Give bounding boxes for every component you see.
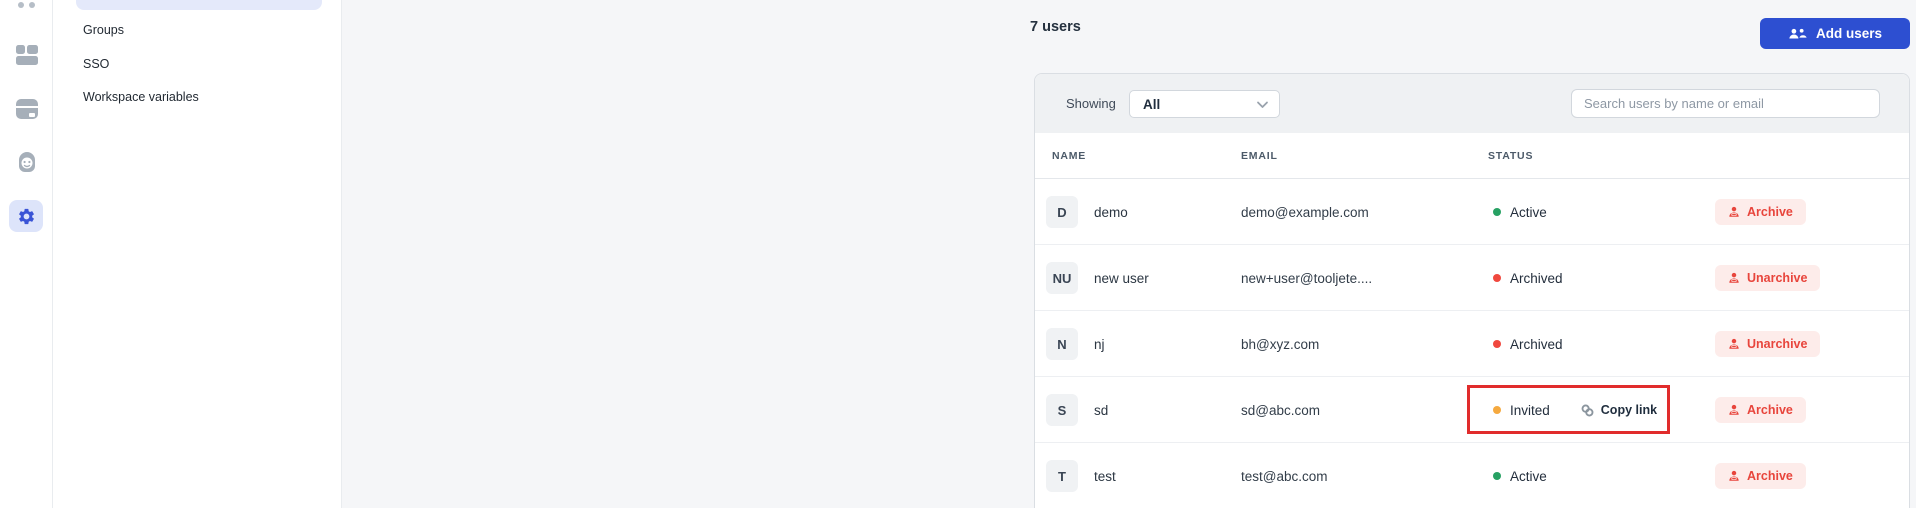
sidebar-item-workspace-variables[interactable]: Workspace variables: [76, 81, 322, 113]
status-dot: [1493, 274, 1501, 282]
archive-action-button[interactable]: Archive: [1715, 199, 1806, 225]
table-row: N nj bh@xyz.com Archived Unarchive: [1035, 311, 1909, 377]
users-table-body: D demo demo@example.com Active Archive N…: [1035, 179, 1909, 508]
user-name: nj: [1094, 311, 1105, 377]
archive-action-button[interactable]: Unarchive: [1715, 331, 1820, 357]
copy-link-label: Copy link: [1601, 403, 1657, 417]
user-email: bh@xyz.com: [1241, 311, 1319, 377]
workspace-settings-page: Groups SSO Workspace variables 7 users A…: [0, 0, 1916, 508]
archive-action-button[interactable]: Unarchive: [1715, 265, 1820, 291]
status-filter-dropdown[interactable]: All: [1129, 90, 1280, 118]
table-header: NAME EMAIL STATUS: [1035, 133, 1909, 179]
column-header-status: STATUS: [1488, 133, 1533, 179]
user-status: Archived: [1493, 245, 1563, 311]
chevron-down-icon: [1256, 100, 1269, 109]
user-email: new+user@tooljete....: [1241, 245, 1372, 311]
layout-icon[interactable]: [0, 44, 53, 66]
sidebar-item-sso[interactable]: SSO: [76, 48, 322, 80]
status-dot: [1493, 472, 1501, 480]
status-label: Active: [1510, 469, 1547, 484]
settings-gear-icon[interactable]: [9, 200, 43, 232]
filter-bar: Showing All: [1035, 74, 1909, 133]
avatar: S: [1046, 394, 1078, 426]
users-page-content: 7 users Add users Showing All: [342, 0, 1916, 508]
table-row: NU new user new+user@tooljete.... Archiv…: [1035, 245, 1909, 311]
user-name: test: [1094, 443, 1116, 508]
search-users-input[interactable]: [1571, 89, 1880, 118]
profile-icon[interactable]: [0, 150, 53, 174]
table-row: D demo demo@example.com Active Archive: [1035, 179, 1909, 245]
copy-link-button[interactable]: Copy link: [1581, 403, 1657, 417]
status-label: Archived: [1510, 337, 1563, 352]
user-name: sd: [1094, 377, 1108, 443]
link-icon: [1581, 404, 1594, 417]
archive-user-icon: [1728, 272, 1740, 284]
user-status: Active: [1493, 179, 1547, 245]
archive-user-icon: [1728, 470, 1740, 482]
add-users-label: Add users: [1816, 26, 1882, 41]
archive-action-button[interactable]: Archive: [1715, 463, 1806, 489]
table-row: S sd sd@abc.com Invited Copy link: [1035, 377, 1909, 443]
archive-action-button[interactable]: Archive: [1715, 397, 1806, 423]
users-card: Showing All NAME EMAIL STATUS D demo dem…: [1034, 73, 1910, 508]
column-header-name: NAME: [1052, 133, 1086, 179]
users-group-icon: [1788, 27, 1808, 41]
avatar: T: [1046, 460, 1078, 492]
user-email: test@abc.com: [1241, 443, 1327, 508]
archive-user-icon: [1728, 404, 1740, 416]
table-row: T test test@abc.com Active Archive: [1035, 443, 1909, 508]
status-filter-value: All: [1143, 97, 1256, 112]
user-name: new user: [1094, 245, 1149, 311]
status-dot: [1493, 340, 1501, 348]
archive-action-label: Archive: [1747, 469, 1793, 483]
user-status: Archived: [1493, 311, 1563, 377]
status-label: Archived: [1510, 271, 1563, 286]
sidebar-item-selected[interactable]: [76, 0, 322, 10]
showing-label: Showing: [1066, 74, 1116, 133]
archive-user-icon: [1728, 206, 1740, 218]
status-dot: [1493, 406, 1501, 414]
user-email: sd@abc.com: [1241, 377, 1320, 443]
avatar: N: [1046, 328, 1078, 360]
settings-sidebar: Groups SSO Workspace variables: [53, 0, 342, 508]
user-status: Active: [1493, 443, 1547, 508]
user-name: demo: [1094, 179, 1128, 245]
avatar: NU: [1046, 262, 1078, 294]
status-label: Invited: [1510, 403, 1550, 418]
status-label: Active: [1510, 205, 1547, 220]
dots-icon[interactable]: [0, 2, 53, 8]
user-email: demo@example.com: [1241, 179, 1369, 245]
add-users-button[interactable]: Add users: [1760, 18, 1910, 49]
status-dot: [1493, 208, 1501, 216]
archive-action-label: Unarchive: [1747, 337, 1807, 351]
column-header-email: EMAIL: [1241, 133, 1278, 179]
sidebar-item-groups[interactable]: Groups: [76, 14, 322, 46]
archive-action-label: Unarchive: [1747, 271, 1807, 285]
drawer-icon[interactable]: [0, 98, 53, 120]
archive-user-icon: [1728, 338, 1740, 350]
archive-action-label: Archive: [1747, 205, 1793, 219]
archive-action-label: Archive: [1747, 403, 1793, 417]
avatar: D: [1046, 196, 1078, 228]
user-status: Invited Copy link: [1493, 377, 1657, 443]
page-title: 7 users: [1030, 19, 1081, 35]
icon-rail: [0, 0, 53, 508]
